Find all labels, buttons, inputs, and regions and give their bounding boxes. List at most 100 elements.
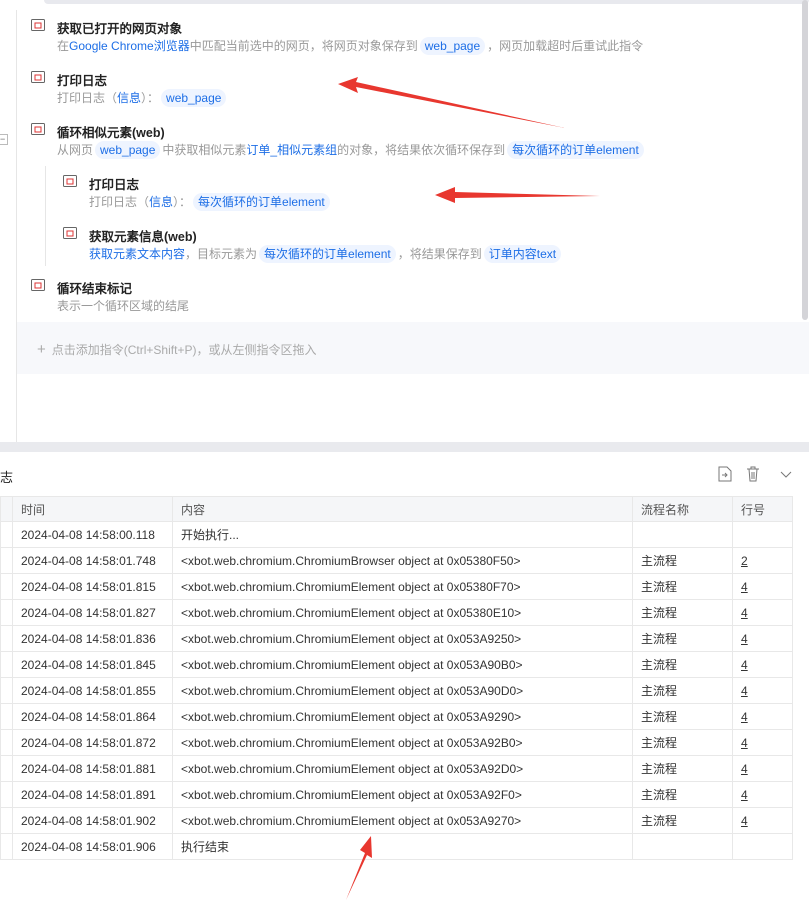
table-row[interactable]: 2024-04-08 14:58:01.872 <xbot.web.chromiu… xyxy=(0,729,793,756)
trash-icon[interactable] xyxy=(745,466,761,482)
param-link[interactable]: 信息 xyxy=(117,91,141,105)
line-number-link[interactable]: 4 xyxy=(732,781,793,808)
flow-name-cell: 主流程 xyxy=(632,625,733,652)
content-cell: 开始执行... xyxy=(172,521,633,548)
scrollbar[interactable] xyxy=(802,0,808,320)
content-cell: <xbot.web.chromium.ChromiumBrowser objec… xyxy=(172,547,633,574)
table-row[interactable]: 2024-04-08 14:58:01.855 <xbot.web.chromiu… xyxy=(0,677,793,704)
flow-name-cell: 主流程 xyxy=(632,755,733,782)
loop-indent-line xyxy=(45,166,46,266)
step-title: 打印日志 xyxy=(57,74,108,88)
column-header[interactable]: 行号 xyxy=(732,496,793,522)
column-header[interactable]: 时间 xyxy=(12,496,173,522)
content-cell: <xbot.web.chromium.ChromiumElement objec… xyxy=(172,625,633,652)
time-cell: 2024-04-08 14:58:01.872 xyxy=(12,729,173,756)
param-link[interactable]: 信息 xyxy=(149,195,173,209)
collapse-toggle[interactable]: − xyxy=(0,134,8,145)
row-index xyxy=(0,703,13,730)
desc-text: ，目标元素为 xyxy=(185,247,258,261)
param-link[interactable]: 获取元素文本内容 xyxy=(89,247,185,261)
table-row[interactable]: 2024-04-08 14:58:00.118 开始执行... xyxy=(0,521,793,548)
line-number-link[interactable]: 4 xyxy=(732,755,793,782)
top-bar xyxy=(44,0,809,4)
flow-name-cell: 主流程 xyxy=(632,703,733,730)
export-icon[interactable] xyxy=(717,466,733,482)
time-cell: 2024-04-08 14:58:01.891 xyxy=(12,781,173,808)
line-number-link[interactable]: 4 xyxy=(732,807,793,834)
flow-editor: − 获取已打开的网页对象 在Google Chrome浏览器中匹配当前选中的网页，… xyxy=(0,0,809,442)
column-header[interactable]: 内容 xyxy=(172,496,633,522)
time-cell: 2024-04-08 14:58:01.827 xyxy=(12,599,173,626)
time-cell: 2024-04-08 14:58:01.845 xyxy=(12,651,173,678)
print-icon xyxy=(62,173,78,189)
table-row[interactable]: 2024-04-08 14:58:01.836 <xbot.web.chromiu… xyxy=(0,625,793,652)
row-index xyxy=(0,781,13,808)
column-header[interactable]: 流程名称 xyxy=(632,496,733,522)
table-row[interactable]: 2024-04-08 14:58:01.864 <xbot.web.chromiu… xyxy=(0,703,793,730)
line-number-link[interactable]: 4 xyxy=(732,729,793,756)
desc-text: 中匹配当前选中的网页，将网页对象保存到 xyxy=(189,39,418,53)
time-cell: 2024-04-08 14:58:01.748 xyxy=(12,547,173,574)
content-cell: <xbot.web.chromium.ChromiumElement objec… xyxy=(172,807,633,834)
row-index xyxy=(0,521,13,548)
time-cell: 2024-04-08 14:58:01.864 xyxy=(12,703,173,730)
line-number-link[interactable]: 2 xyxy=(732,547,793,574)
variable-chip[interactable]: 每次循环的订单element xyxy=(259,245,396,263)
content-cell: <xbot.web.chromium.ChromiumElement objec… xyxy=(172,781,633,808)
splitter[interactable] xyxy=(0,442,809,452)
variable-chip[interactable]: 订单内容text xyxy=(483,245,562,263)
variable-chip[interactable]: web_page xyxy=(419,37,486,55)
desc-text: 表示一个循环区域的结尾 xyxy=(57,299,190,313)
step-title: 打印日志 xyxy=(89,178,140,192)
add-hint: 点击添加指令(Ctrl+Shift+P)，或从左侧指令区拖入 xyxy=(51,343,317,357)
log-title: 志 xyxy=(0,470,14,485)
table-row[interactable]: 2024-04-08 14:58:01.845 <xbot.web.chromiu… xyxy=(0,651,793,678)
line-number-link[interactable]: 4 xyxy=(732,703,793,730)
table-row[interactable]: 2024-04-08 14:58:01.906 执行结束 xyxy=(0,833,793,860)
param-link[interactable]: 订单_相似元素组 xyxy=(246,143,337,157)
table-row[interactable]: 2024-04-08 14:58:01.891 <xbot.web.chromiu… xyxy=(0,781,793,808)
flow-name-cell: 主流程 xyxy=(632,651,733,678)
loop-icon xyxy=(30,121,46,137)
param-link[interactable]: Google Chrome浏览器 xyxy=(69,39,190,53)
desc-text: 在 xyxy=(57,39,70,53)
row-index xyxy=(0,729,13,756)
col-index xyxy=(0,496,13,522)
plus-icon: + xyxy=(37,341,46,358)
add-instruction-row[interactable]: + 点击添加指令(Ctrl+Shift+P)，或从左侧指令区拖入 xyxy=(17,322,809,374)
line-number-link[interactable]: 4 xyxy=(732,599,793,626)
row-index xyxy=(0,547,13,574)
chevron-down-icon[interactable] xyxy=(778,466,794,482)
line-number-link[interactable]: 4 xyxy=(732,651,793,678)
variable-chip[interactable]: web_page xyxy=(161,89,227,107)
row-index xyxy=(0,625,13,652)
row-index xyxy=(0,833,13,860)
variable-chip[interactable]: web_page xyxy=(95,141,161,159)
flow-name-cell xyxy=(632,521,733,548)
variable-chip[interactable]: 每次循环的订单element xyxy=(507,141,644,159)
desc-text: 打印日志（ xyxy=(89,195,150,209)
table-row[interactable]: 2024-04-08 14:58:01.815 <xbot.web.chromiu… xyxy=(0,573,793,600)
line-number-link[interactable]: 4 xyxy=(732,625,793,652)
row-index xyxy=(0,651,13,678)
line-number-link[interactable]: 4 xyxy=(732,573,793,600)
content-cell: <xbot.web.chromium.ChromiumElement objec… xyxy=(172,651,633,678)
desc-text: ，网页加载超时后重试此指令 xyxy=(487,39,644,53)
time-cell: 2024-04-08 14:58:01.836 xyxy=(12,625,173,652)
flow-name-cell: 主流程 xyxy=(632,599,733,626)
log-table: 时间 内容 流程名称 行号 2024-04-08 14:58:00.118 开始执行..… xyxy=(0,496,793,860)
flow-name-cell: 主流程 xyxy=(632,677,733,704)
flow-name-cell: 主流程 xyxy=(632,547,733,574)
time-cell: 2024-04-08 14:58:01.815 xyxy=(12,573,173,600)
content-cell: <xbot.web.chromium.ChromiumElement objec… xyxy=(172,677,633,704)
table-row[interactable]: 2024-04-08 14:58:01.902 <xbot.web.chromiu… xyxy=(0,807,793,834)
line-number-link[interactable]: 4 xyxy=(732,677,793,704)
table-row[interactable]: 2024-04-08 14:58:01.827 <xbot.web.chromiu… xyxy=(0,599,793,626)
step-description: 打印日志（信息）： 每次循环的订单element xyxy=(89,193,332,211)
desc-text: 从网页 xyxy=(57,143,94,157)
table-row[interactable]: 2024-04-08 14:58:01.881 <xbot.web.chromiu… xyxy=(0,755,793,782)
table-row[interactable]: 2024-04-08 14:58:01.748 <xbot.web.chromiu… xyxy=(0,547,793,574)
step-description: 从网页 web_page 中获取相似元素订单_相似元素组的对象，将结果依次循环保存到… xyxy=(57,141,646,159)
variable-chip[interactable]: 每次循环的订单element xyxy=(193,193,330,211)
step-description: 在Google Chrome浏览器中匹配当前选中的网页，将网页对象保存到 web_… xyxy=(57,37,643,55)
